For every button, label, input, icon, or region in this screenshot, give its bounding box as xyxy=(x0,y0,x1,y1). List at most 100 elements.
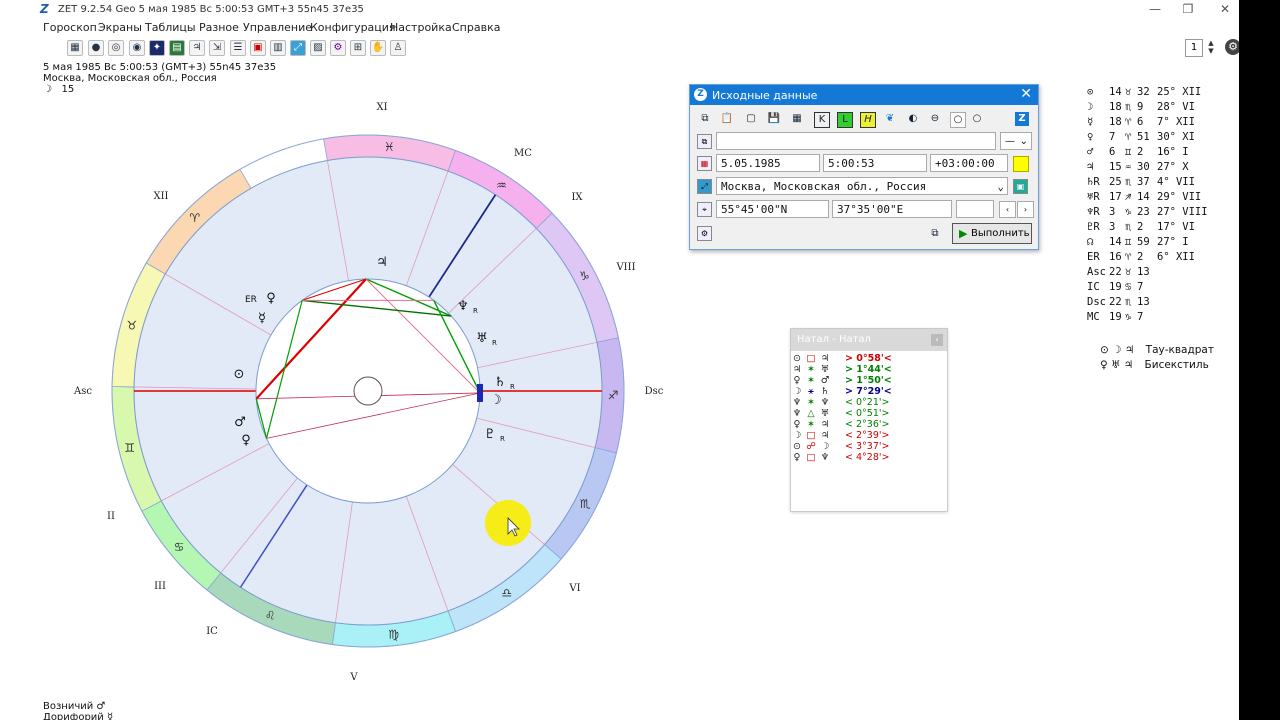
longitude-input[interactable]: 37°35'00"E xyxy=(832,200,952,218)
position-planet: ♀ xyxy=(1087,131,1094,143)
toolbar: ▦ ● ◎ ◉ ✦ ▤ ♃ ⇲ ☰ ▣ ▥ ⤢ ▨ ⚙ ⊞ ✋ ♙ xyxy=(0,37,1239,59)
image-icon[interactable]: ▨ xyxy=(310,40,326,56)
grid-icon[interactable]: ▦ xyxy=(67,40,83,56)
heart-icon[interactable]: ❦ xyxy=(883,112,897,126)
position-sign: ♑ xyxy=(1125,311,1132,323)
list-icon[interactable]: ☰ xyxy=(230,40,246,56)
grid2-icon[interactable]: ⊞ xyxy=(350,40,366,56)
date-input[interactable]: 5.05.1985 xyxy=(716,154,820,172)
position-planet: Dsc xyxy=(1087,296,1106,308)
position-house: 27° VIII xyxy=(1157,206,1208,218)
chart-icon[interactable]: ◎ xyxy=(108,40,124,56)
position-sign: ♉ xyxy=(1125,266,1132,278)
menu-misc[interactable]: Разное xyxy=(199,21,239,34)
circle-option2-icon[interactable]: ○ xyxy=(970,112,984,126)
position-sign: ♊ xyxy=(1125,146,1132,158)
person-list-icon[interactable]: ⧉ xyxy=(697,134,712,149)
timezone-input[interactable]: +03:00:00 xyxy=(930,154,1008,172)
natal-chart-wheel[interactable]: ♓♒♑♐♏♎♍♌♋♊♉♈ XIMCIXVIIIDscVIVICIIIIIAscX… xyxy=(60,90,680,692)
menu-settings[interactable]: Настройка xyxy=(390,21,452,34)
extra-input[interactable] xyxy=(956,200,994,218)
type-select[interactable]: — ⌄ xyxy=(1000,132,1032,150)
copy-data-icon[interactable]: ⧉ xyxy=(928,227,942,241)
l-button[interactable]: L xyxy=(837,112,853,128)
person-icon[interactable]: ♙ xyxy=(390,40,406,56)
z-button[interactable]: Z xyxy=(1015,112,1029,126)
color-swatch[interactable] xyxy=(1013,156,1029,172)
zodiac-sign-glyph: ♊ xyxy=(124,441,135,455)
stars-icon[interactable]: ✦ xyxy=(149,40,165,56)
position-house: 28° VI xyxy=(1157,101,1195,113)
card-icon[interactable]: ▣ xyxy=(250,40,266,56)
hand-icon[interactable]: ✋ xyxy=(370,40,386,56)
house-label: VIII xyxy=(615,262,635,273)
paste-icon[interactable]: 📋 xyxy=(720,112,734,126)
table-icon[interactable]: ▤ xyxy=(169,40,185,56)
copy-icon[interactable]: ⧉ xyxy=(698,112,712,126)
position-minute: 30 xyxy=(1137,161,1150,173)
page-spin-input[interactable]: 1 xyxy=(1185,39,1203,57)
arrow-left-icon[interactable]: ‹ xyxy=(999,201,1016,218)
dialog-close-icon[interactable]: ✕ xyxy=(1020,86,1032,102)
planet-icon[interactable]: ♃ xyxy=(189,40,205,56)
aspect-symbol: ☍ xyxy=(806,441,816,452)
gear-icon[interactable]: ⚙ xyxy=(1225,39,1239,55)
calendar-date-icon[interactable]: ▦ xyxy=(697,156,712,171)
configuration-row[interactable]: ♀ ♅ ♃ Бисекстиль xyxy=(1100,359,1209,371)
spin-arrows-icon[interactable]: ▲ ▼ xyxy=(1205,39,1217,56)
wand-icon[interactable]: ⤢ xyxy=(290,40,306,56)
book-icon[interactable]: ▥ xyxy=(270,40,286,56)
maximize-icon[interactable]: ❐ xyxy=(1173,1,1203,17)
run-button[interactable]: ▶ Выполнить xyxy=(952,223,1032,244)
settings-icon[interactable]: ⚙ xyxy=(330,40,346,56)
planet-glyph: ☿ xyxy=(258,311,266,326)
position-minute: 37 xyxy=(1137,176,1150,188)
minimize-icon[interactable]: — xyxy=(1140,1,1170,17)
position-planet: ♅R xyxy=(1087,191,1100,203)
zodiac-sign-glyph: ♎ xyxy=(501,586,512,600)
arrow-icon[interactable]: ⇲ xyxy=(209,40,225,56)
arrow-right-icon[interactable]: › xyxy=(1017,201,1034,218)
time-input[interactable]: 5:00:53 xyxy=(823,154,927,172)
aspect-planet-b: ♅ xyxy=(820,364,830,375)
name-input[interactable] xyxy=(716,132,996,150)
menu-configuration[interactable]: Конфигурация xyxy=(310,21,396,34)
menu-control[interactable]: Управление xyxy=(243,21,312,34)
retrograde-label: R xyxy=(500,435,505,443)
position-house: 27° I xyxy=(1157,236,1189,248)
position-degree: 16 xyxy=(1109,251,1122,263)
position-house: 6° XII xyxy=(1157,251,1195,263)
zodiac-sign-glyph: ♍ xyxy=(388,628,399,642)
menu-screens[interactable]: Экраны xyxy=(98,21,142,34)
map-icon[interactable]: ⤢ xyxy=(697,179,712,194)
strike-icon[interactable]: ⊖ xyxy=(928,112,942,126)
place-input[interactable]: Москва, Московская обл., Россия ⌄ xyxy=(716,177,1008,195)
aspect-planet-a: ♃ xyxy=(792,364,802,375)
aspect-orb: < 3°37'> xyxy=(845,441,890,452)
menu-tables[interactable]: Таблицы xyxy=(145,21,196,34)
aspect-symbol: ⚹ xyxy=(808,386,814,397)
aspect-orb: < 2°39'> xyxy=(845,430,890,441)
position-minute: 32 xyxy=(1137,86,1150,98)
latitude-input[interactable]: 55°45'00"N xyxy=(716,200,829,218)
position-minute: 7 xyxy=(1137,281,1144,293)
panel-close-icon[interactable]: ‹ xyxy=(931,334,943,346)
aspect-symbol: □ xyxy=(806,430,816,441)
menu-help[interactable]: Справка xyxy=(452,21,500,34)
h-button[interactable]: H xyxy=(860,112,876,128)
save-icon[interactable]: 💾 xyxy=(767,112,781,126)
calendar-icon[interactable]: ▦ xyxy=(790,112,804,126)
atlas-icon[interactable]: ▣ xyxy=(1013,179,1028,194)
menu-horoscope[interactable]: Гороскоп xyxy=(43,21,97,34)
new-file-icon[interactable]: ▢ xyxy=(744,112,758,126)
moon-phase-icon[interactable]: ◐ xyxy=(906,112,920,126)
coordinates-icon[interactable]: ⌖ xyxy=(697,202,712,217)
k-button[interactable]: K xyxy=(814,112,830,128)
globe-icon[interactable]: ● xyxy=(88,40,104,56)
position-degree: 3 xyxy=(1109,206,1116,218)
circle-chart-icon[interactable]: ◉ xyxy=(129,40,145,56)
settings-small-icon[interactable]: ⚙ xyxy=(697,226,712,241)
configuration-row[interactable]: ⊙ ☽ ♃ Тау-квадрат xyxy=(1100,344,1214,356)
circle-option-icon[interactable]: ○ xyxy=(950,112,966,128)
close-icon[interactable]: ✕ xyxy=(1210,1,1239,17)
